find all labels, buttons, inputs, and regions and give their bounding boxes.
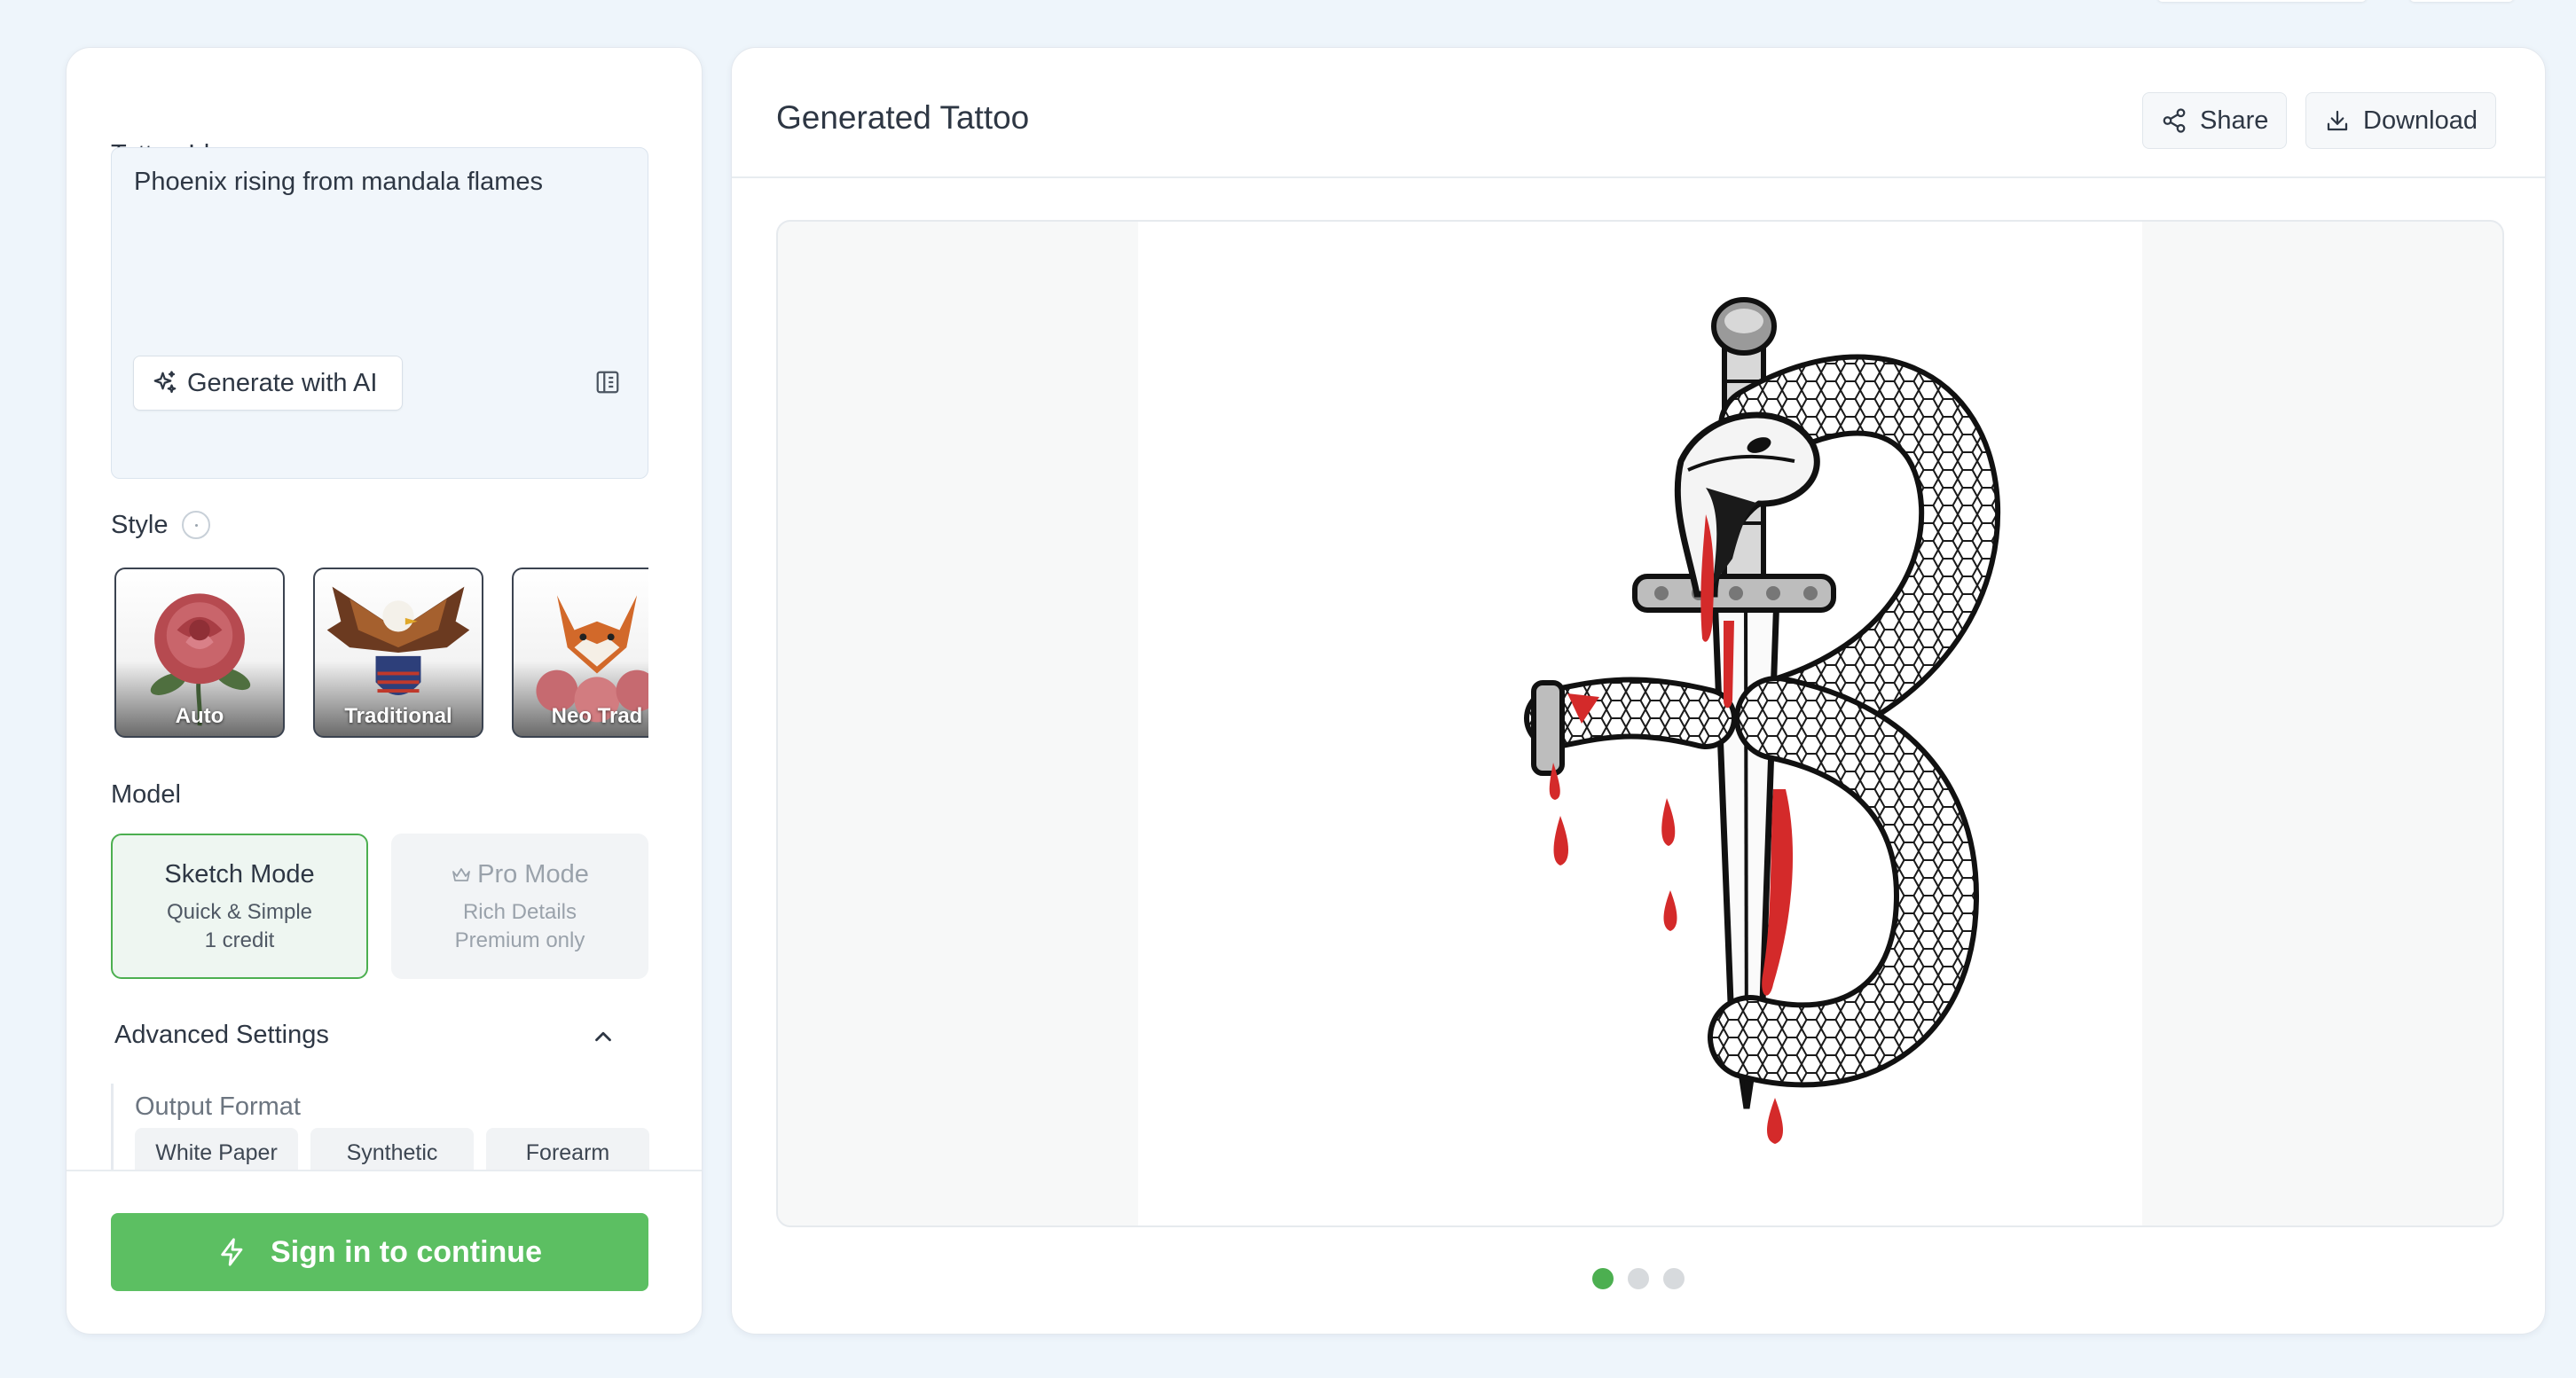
pagination-dot-1[interactable] xyxy=(1592,1268,1614,1289)
footer-divider xyxy=(67,1170,702,1171)
tattoo-idea-input[interactable]: Phoenix rising from mandala flames Gener… xyxy=(111,147,648,479)
format-white-paper[interactable]: White Paper xyxy=(135,1128,298,1170)
sketch-mode-credit: 1 credit xyxy=(204,928,275,952)
share-label: Share xyxy=(2200,106,2269,135)
sketch-mode-title: Sketch Mode xyxy=(164,860,315,889)
pro-mode-title: Pro Mode xyxy=(477,860,589,889)
crown-icon xyxy=(452,867,471,881)
format-synthetic-skin[interactable]: Synthetic Skin xyxy=(310,1128,474,1170)
pro-mode-premium: Premium only xyxy=(454,928,585,952)
settings-scroll-area[interactable]: Tattoo Idea Phoenix rising from mandala … xyxy=(67,48,702,1170)
format-white-paper-label: White Paper xyxy=(155,1140,278,1165)
top-tab-right xyxy=(2409,0,2514,2)
pagination-dot-3[interactable] xyxy=(1663,1268,1685,1289)
format-synthetic-skin-label: Synthetic Skin xyxy=(346,1140,438,1170)
advanced-settings-toggle[interactable]: Advanced Settings xyxy=(114,1021,329,1050)
pagination-dot-2[interactable] xyxy=(1628,1268,1649,1289)
format-forearm[interactable]: Forearm xyxy=(486,1128,649,1170)
output-format-label: Output Format xyxy=(135,1092,301,1121)
chevron-up-icon[interactable] xyxy=(590,1023,617,1050)
style-label-auto: Auto xyxy=(175,704,224,728)
sign-in-label: Sign in to continue xyxy=(271,1234,542,1269)
image-viewer[interactable] xyxy=(776,220,2504,1227)
advanced-settings-body: Output Format White Paper Synthetic Skin… xyxy=(111,1084,649,1170)
style-carousel[interactable]: Auto Traditional Neo Trad xyxy=(111,520,648,738)
style-card-neo-trad[interactable]: Neo Trad xyxy=(512,568,648,738)
model-label: Model xyxy=(111,780,181,809)
share-icon xyxy=(2163,108,2186,133)
sketch-mode-desc: Quick & Simple xyxy=(166,900,313,924)
sparkles-icon xyxy=(153,371,177,394)
format-forearm-label: Forearm xyxy=(525,1140,610,1165)
style-label-neo-trad: Neo Trad xyxy=(551,704,643,728)
pro-mode-desc: Rich Details xyxy=(462,900,577,924)
image-pagination xyxy=(732,1268,2545,1289)
share-button[interactable]: Share xyxy=(2142,92,2288,149)
sign-in-button[interactable]: Sign in to continue xyxy=(111,1213,648,1291)
generate-with-ai-button[interactable]: Generate with AI xyxy=(133,356,403,411)
model-card-pro[interactable]: Pro Mode Rich Details Premium only xyxy=(391,834,648,979)
settings-panel: Tattoo Idea Phoenix rising from mandala … xyxy=(66,47,703,1335)
header-divider xyxy=(732,176,2545,178)
download-button[interactable]: Download xyxy=(2305,92,2496,149)
style-label-traditional: Traditional xyxy=(344,704,452,728)
generate-with-ai-label: Generate with AI xyxy=(187,368,378,397)
model-card-sketch[interactable]: Sketch Mode Quick & Simple 1 credit xyxy=(111,834,368,979)
preview-panel: Generated Tattoo Share Download xyxy=(731,47,2546,1335)
tattoo-idea-text[interactable]: Phoenix rising from mandala flames xyxy=(134,168,543,197)
page-title: Generated Tattoo xyxy=(776,99,1030,136)
templates-icon[interactable] xyxy=(594,369,621,395)
download-label: Download xyxy=(2363,106,2478,135)
download-icon xyxy=(2327,110,2348,131)
top-tab-left xyxy=(2157,0,2367,2)
style-card-traditional[interactable]: Traditional xyxy=(313,568,483,738)
style-card-auto[interactable]: Auto xyxy=(114,568,285,738)
tattoo-image[interactable] xyxy=(1138,222,2142,1227)
bolt-icon xyxy=(221,1238,243,1266)
